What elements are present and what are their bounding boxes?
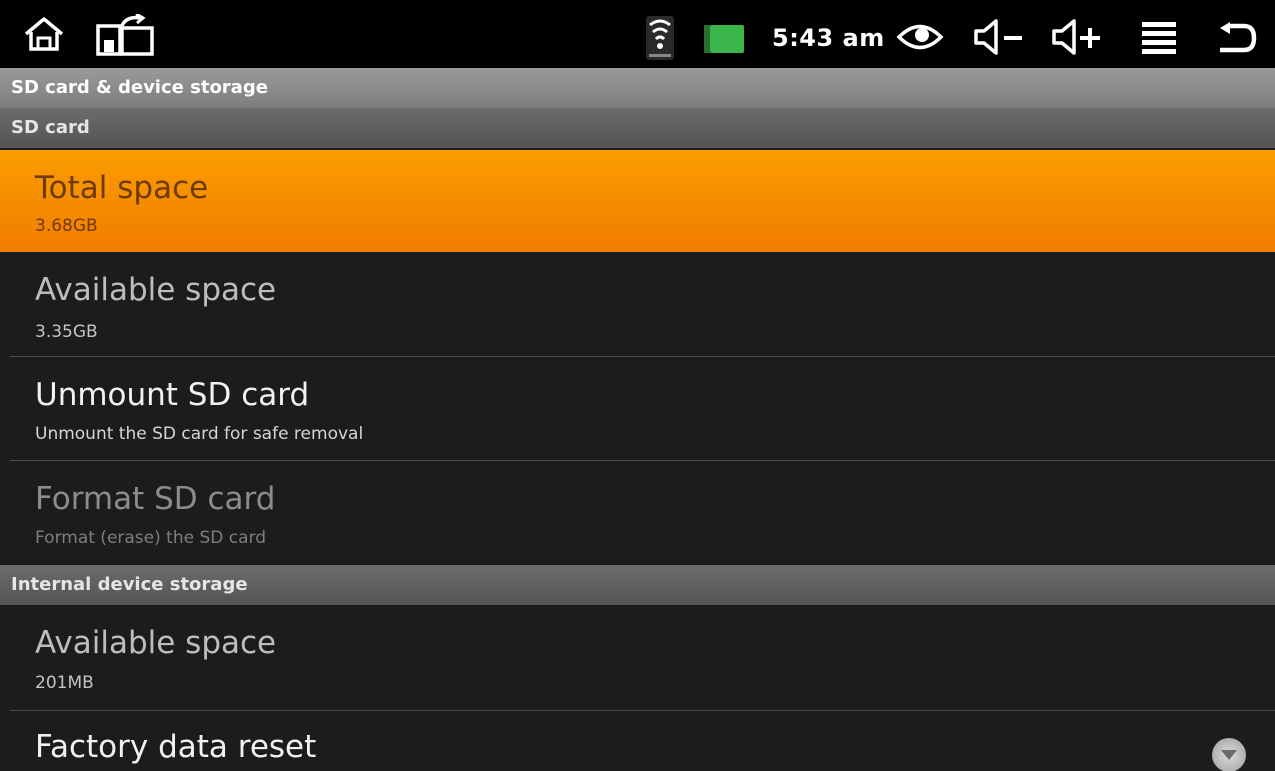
category-header-internal-storage: Internal device storage — [0, 565, 1275, 605]
recent-apps-icon[interactable] — [96, 14, 156, 56]
clock: 5:43 am — [772, 24, 885, 52]
total-space-title: Total space — [35, 170, 209, 206]
page-title: SD card & device storage — [11, 77, 268, 98]
total-space-value: 3.68GB — [35, 216, 98, 236]
format-sd-card-item[interactable]: Format SD card Format (erase) the SD car… — [0, 461, 1275, 565]
wifi-icon — [646, 16, 674, 60]
sd-available-space-title: Available space — [35, 272, 277, 308]
battery-icon — [704, 25, 744, 53]
format-sd-card-title: Format SD card — [35, 481, 276, 517]
page-title-bar: SD card & device storage — [0, 68, 1275, 110]
category-header-sd-card: SD card — [0, 108, 1275, 148]
status-bar: 5:43 am — [0, 0, 1275, 68]
home-icon[interactable] — [22, 14, 66, 54]
eye-icon[interactable] — [896, 20, 944, 54]
volume-down-icon[interactable] — [972, 18, 1026, 56]
unmount-sd-card-item[interactable]: Unmount SD card Unmount the SD card for … — [0, 357, 1275, 460]
storage-settings-screen: 5:43 am SD card & device storage SD card… — [0, 0, 1275, 771]
total-space-item[interactable]: Total space 3.68GB — [0, 150, 1275, 252]
factory-data-reset-title: Factory data reset — [35, 729, 317, 765]
format-sd-card-summary: Format (erase) the SD card — [35, 528, 266, 548]
sd-available-space-value: 3.35GB — [35, 322, 98, 342]
factory-data-reset-item[interactable]: Factory data reset — [0, 711, 1275, 771]
category-header-label: SD card — [11, 117, 90, 138]
internal-available-space-item[interactable]: Available space 201MB — [0, 605, 1275, 709]
internal-available-space-title: Available space — [35, 625, 277, 661]
category-header-label: Internal device storage — [11, 574, 248, 595]
menu-icon[interactable] — [1140, 20, 1178, 56]
unmount-sd-card-summary: Unmount the SD card for safe removal — [35, 424, 364, 444]
internal-available-space-value: 201MB — [35, 673, 94, 693]
sd-available-space-item[interactable]: Available space 3.35GB — [0, 252, 1275, 356]
unmount-sd-card-title: Unmount SD card — [35, 377, 310, 413]
back-icon[interactable] — [1214, 22, 1258, 54]
scroll-down-icon[interactable] — [1212, 738, 1246, 771]
volume-up-icon[interactable] — [1050, 18, 1104, 56]
